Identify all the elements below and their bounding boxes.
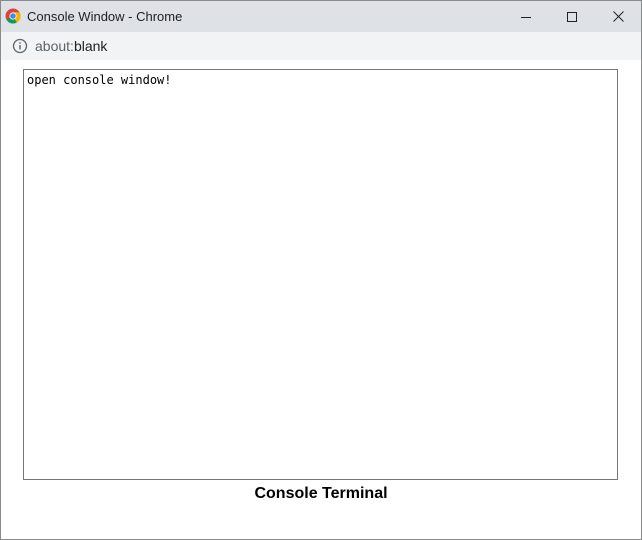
window-title: Console Window - Chrome <box>27 9 183 24</box>
close-button[interactable] <box>595 1 641 32</box>
page-content: open console window! Console Terminal <box>1 60 641 539</box>
browser-window: Console Window - Chrome about:blank open… <box>0 0 642 540</box>
chrome-icon <box>5 8 21 24</box>
maximize-button[interactable] <box>549 1 595 32</box>
url-scheme: about: <box>35 38 74 54</box>
maximize-icon <box>567 11 577 22</box>
minimize-icon <box>521 16 531 18</box>
console-textarea[interactable]: open console window! <box>23 69 618 480</box>
console-caption: Console Terminal <box>254 485 388 502</box>
address-bar[interactable]: about:blank <box>1 32 641 60</box>
info-icon[interactable] <box>12 38 28 54</box>
minimize-button[interactable] <box>503 1 549 32</box>
title-bar[interactable]: Console Window - Chrome <box>1 1 641 32</box>
url-host: blank <box>73 38 108 54</box>
url-text[interactable]: about:blank <box>35 38 107 54</box>
close-icon <box>612 11 624 22</box>
